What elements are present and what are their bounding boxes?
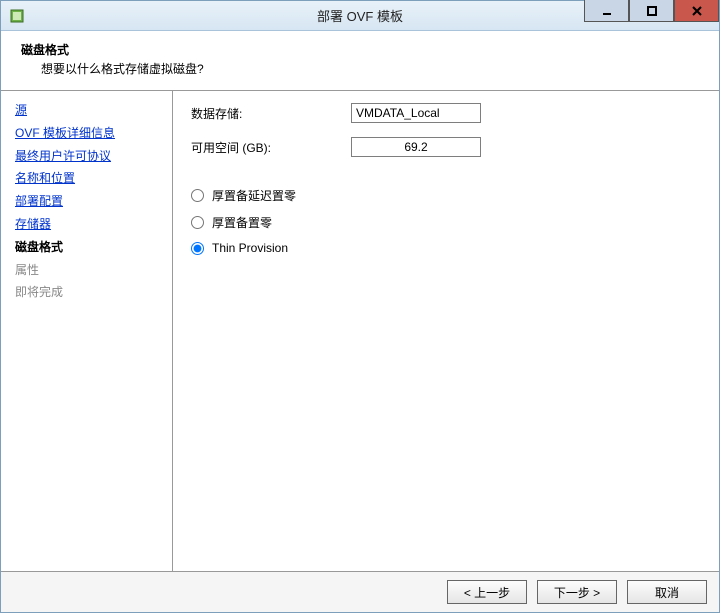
- datastore-label: 数据存储:: [191, 105, 351, 122]
- wizard-footer: < 上一步 下一步 > 取消: [1, 571, 719, 612]
- available-space-value: 69.2: [351, 137, 481, 157]
- wizard-body: 源 OVF 模板详细信息 最终用户许可协议 名称和位置 部署配置 存储器 磁盘格…: [1, 91, 719, 571]
- datastore-value: VMDATA_Local: [351, 103, 481, 123]
- step-ready: 即将完成: [15, 281, 162, 304]
- maximize-button[interactable]: [629, 0, 674, 22]
- step-deploy-config[interactable]: 部署配置: [15, 190, 162, 213]
- wizard-steps: 源 OVF 模板详细信息 最终用户许可协议 名称和位置 部署配置 存储器 磁盘格…: [1, 91, 173, 571]
- step-source[interactable]: 源: [15, 99, 162, 122]
- titlebar: 部署 OVF 模板: [1, 1, 719, 31]
- wizard-header: 磁盘格式 想要以什么格式存储虚拟磁盘?: [1, 31, 719, 91]
- datastore-row: 数据存储: VMDATA_Local: [191, 103, 701, 123]
- radio-thin[interactable]: Thin Provision: [191, 241, 701, 255]
- back-button[interactable]: < 上一步: [447, 580, 527, 604]
- radio-thick-eager-label: 厚置备置零: [212, 214, 272, 231]
- radio-thick-eager-input[interactable]: [191, 216, 204, 229]
- radio-thick-lazy[interactable]: 厚置备延迟置零: [191, 187, 701, 204]
- page-title: 磁盘格式: [21, 41, 699, 58]
- step-name-location[interactable]: 名称和位置: [15, 167, 162, 190]
- close-button[interactable]: [674, 0, 719, 22]
- available-space-label: 可用空间 (GB):: [191, 139, 351, 156]
- next-button[interactable]: 下一步 >: [537, 580, 617, 604]
- step-ovf-details[interactable]: OVF 模板详细信息: [15, 122, 162, 145]
- step-disk-format: 磁盘格式: [15, 236, 162, 259]
- window-buttons: [584, 1, 719, 30]
- app-icon: [9, 8, 25, 24]
- deploy-ovf-window: 部署 OVF 模板 磁盘格式 想要以什么格式存储虚拟磁盘? 源 OVF 模板详细…: [0, 0, 720, 613]
- page-subtitle: 想要以什么格式存储虚拟磁盘?: [41, 60, 699, 77]
- cancel-button[interactable]: 取消: [627, 580, 707, 604]
- step-properties: 属性: [15, 259, 162, 282]
- step-storage[interactable]: 存储器: [15, 213, 162, 236]
- minimize-button[interactable]: [584, 0, 629, 22]
- available-space-row: 可用空间 (GB): 69.2: [191, 137, 701, 157]
- radio-thick-lazy-label: 厚置备延迟置零: [212, 187, 296, 204]
- radio-thin-label: Thin Provision: [212, 241, 288, 255]
- provisioning-options: 厚置备延迟置零 厚置备置零 Thin Provision: [191, 187, 701, 255]
- radio-thick-lazy-input[interactable]: [191, 189, 204, 202]
- radio-thin-input[interactable]: [191, 242, 204, 255]
- radio-thick-eager[interactable]: 厚置备置零: [191, 214, 701, 231]
- step-eula[interactable]: 最终用户许可协议: [15, 145, 162, 168]
- wizard-content: 数据存储: VMDATA_Local 可用空间 (GB): 69.2 厚置备延迟…: [173, 91, 719, 571]
